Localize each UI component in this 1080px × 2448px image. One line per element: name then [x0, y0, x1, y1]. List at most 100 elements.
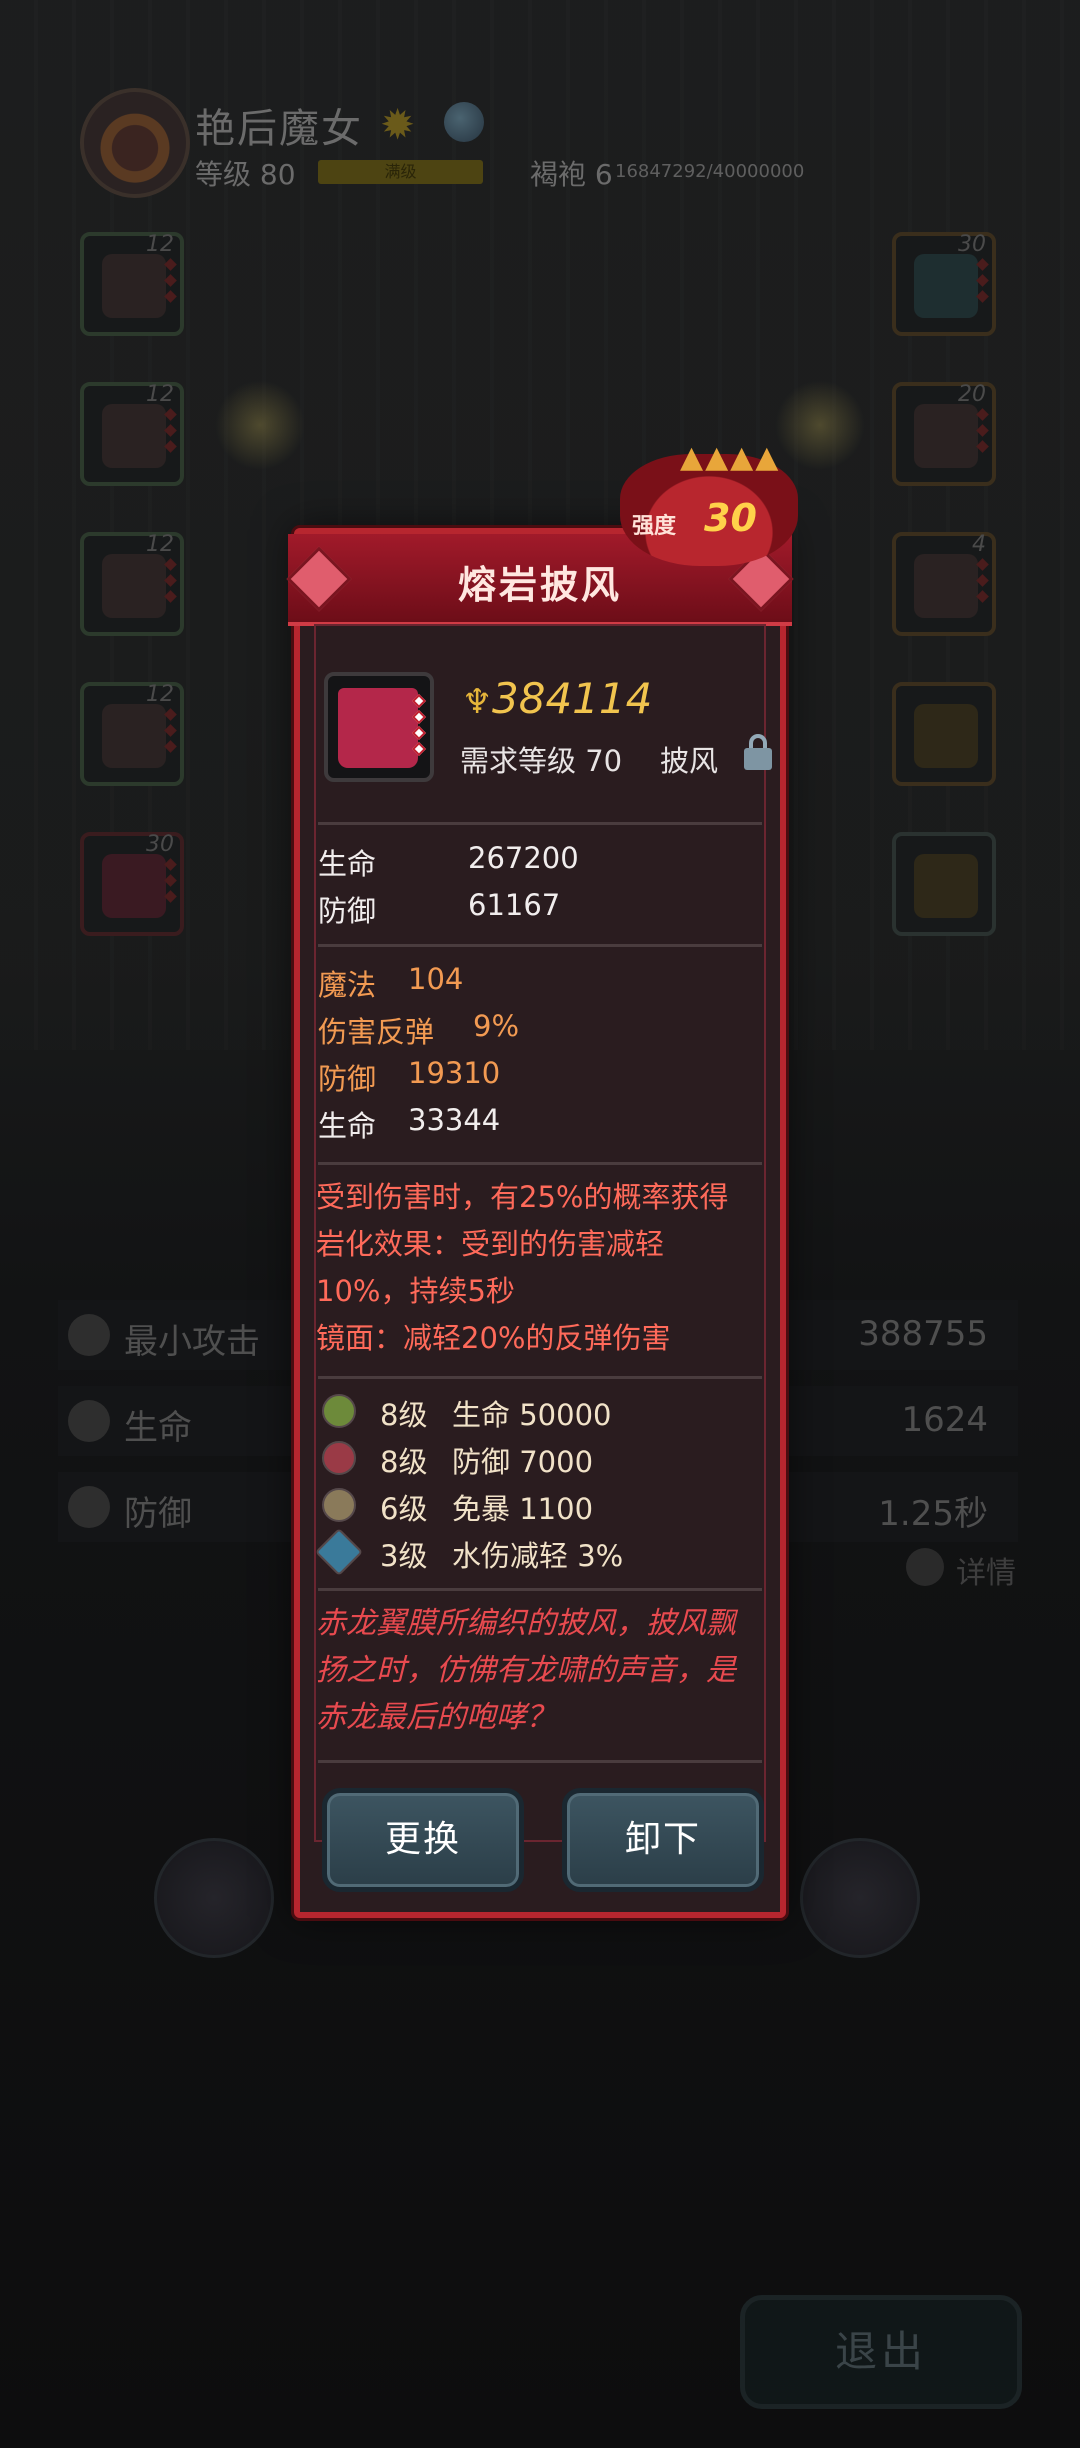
equip-slot-right-3[interactable]: 4 — [892, 532, 996, 636]
stat-value: 1624 — [901, 1400, 988, 1440]
crystal-weapon-icon — [914, 254, 978, 318]
slot-pips — [164, 258, 177, 308]
stat-label: 生命 — [318, 1109, 377, 1143]
hero-level: 等级 80 — [195, 158, 296, 191]
equip-slot-right-1[interactable]: 30 — [892, 232, 996, 336]
unequip-button[interactable]: 卸下 — [562, 1788, 764, 1892]
replace-label: 更换 — [384, 1819, 461, 1860]
sword-icon — [68, 1314, 110, 1356]
stat-value: 267200 — [468, 841, 579, 875]
stat-value: 9% — [473, 1009, 520, 1043]
wall-lamp-left — [215, 380, 305, 470]
stat-value: 1.25秒 — [878, 1494, 988, 1534]
base-stat-row: 防御 61167 — [318, 888, 560, 930]
shield-icon — [68, 1486, 110, 1528]
power-icon: ♆ — [462, 682, 493, 722]
cape-icon — [102, 854, 166, 918]
divider — [318, 1376, 762, 1379]
item-icon — [324, 672, 434, 782]
crown-spikes-icon: ▲▲▲▲ — [680, 440, 781, 475]
hero-avatar[interactable] — [80, 88, 190, 198]
stat-value: 19310 — [408, 1056, 501, 1090]
item-power: 384114 — [492, 674, 653, 723]
equip-slot-right-4[interactable] — [892, 682, 996, 786]
gem-level: 3级 — [380, 1539, 428, 1573]
stat-value: 61167 — [468, 888, 561, 922]
level-bar-text: 满级 — [384, 162, 417, 181]
stat-label: 防御 — [318, 894, 377, 928]
stat-label: 生命 — [124, 1408, 192, 1448]
slot-level: 4 — [972, 532, 986, 557]
stat-value: 33344 — [408, 1103, 501, 1137]
gem-level: 6级 — [380, 1492, 428, 1526]
hero-name: 艳后魔女 — [195, 106, 363, 152]
item-detail-modal: 熔岩披风 ▲▲▲▲ 强度 30 ♆ 384114 需求等级 70 披风 生命 2… — [288, 440, 798, 1918]
armor-icon — [102, 404, 166, 468]
robe-label: 褐袍 6 — [530, 158, 613, 191]
lock-icon[interactable] — [744, 734, 772, 770]
item-effect: 受到伤害时，有25%的概率获得 岩化效果：受到的伤害减轻 10%，持续5秒 镜面… — [316, 1174, 776, 1362]
info-icon[interactable] — [906, 1548, 944, 1586]
skill-orb-4[interactable] — [800, 1838, 920, 1958]
divider — [318, 944, 762, 947]
necklace-icon — [914, 554, 978, 618]
flavor-line: 赤龙最后的咆哮？ — [316, 1700, 556, 1735]
equip-slot-left-4[interactable]: 12 — [80, 682, 184, 786]
upgrade-pips — [411, 693, 427, 760]
extra-stat-row: 防御 19310 — [318, 1056, 500, 1098]
replace-button[interactable]: 更换 — [322, 1788, 524, 1892]
slot-pips — [976, 558, 989, 608]
extra-stat-row: 生命 33344 — [318, 1103, 500, 1145]
effect-line: 镜面：减轻20%的反弹伤害 — [316, 1321, 671, 1355]
divider — [318, 822, 762, 825]
slot-pips — [164, 408, 177, 458]
divider — [318, 1588, 762, 1591]
heart-icon — [68, 1400, 110, 1442]
level-progress-bar: 满级 — [318, 160, 483, 184]
slot-pips — [976, 258, 989, 308]
equip-slot-left-3[interactable]: 12 — [80, 532, 184, 636]
slot-level: 12 — [146, 682, 174, 707]
divider — [318, 1760, 762, 1763]
strength-value: 30 — [704, 496, 757, 540]
extra-stat-row: 伤害反弹 9% — [318, 1009, 519, 1051]
star-icon: ✹ — [380, 100, 416, 149]
unequip-label: 卸下 — [624, 1819, 701, 1860]
strength-label: 强度 — [632, 514, 677, 539]
equip-slot-left-1[interactable]: 12 — [80, 232, 184, 336]
slot-pips — [976, 408, 989, 458]
gem-desc: 免暴 1100 — [452, 1492, 594, 1526]
base-stat-row: 生命 267200 — [318, 841, 579, 883]
skull-gem-icon — [322, 1488, 356, 1522]
slot-level: 12 — [146, 232, 174, 257]
equip-slot-right-2[interactable]: 20 — [892, 382, 996, 486]
stat-label: 生命 — [318, 847, 377, 881]
amulet-icon — [914, 704, 978, 768]
equip-slot-left-5[interactable]: 30 — [80, 832, 184, 936]
strength-badge: ▲▲▲▲ 强度 30 — [620, 440, 798, 566]
divider — [318, 1162, 762, 1165]
stat-label: 伤害反弹 — [318, 1015, 435, 1049]
stat-label: 防御 — [318, 1062, 377, 1096]
slot-level: 30 — [146, 832, 174, 857]
boots-icon — [102, 704, 166, 768]
details-link[interactable]: 详情 — [956, 1548, 1016, 1592]
ring-icon — [914, 404, 978, 468]
exit-label: 退出 — [834, 2327, 927, 2376]
relic-icon — [914, 854, 978, 918]
slot-pips — [164, 858, 177, 908]
flavor-line: 赤龙翼膜所编织的披风，披风飘 — [316, 1606, 736, 1641]
stat-value: 388755 — [858, 1314, 988, 1354]
exit-button[interactable]: 退出 — [740, 2295, 1022, 2409]
equip-slot-left-2[interactable]: 12 — [80, 382, 184, 486]
skill-orb-1[interactable] — [154, 1838, 274, 1958]
stat-label: 最小攻击 — [124, 1322, 260, 1362]
red-gem-icon — [322, 1441, 356, 1475]
item-type: 披风 — [660, 744, 719, 778]
effect-line: 岩化效果：受到的伤害减轻 — [316, 1227, 665, 1261]
item-flavor-text: 赤龙翼膜所编织的披风，披风飘 扬之时，仿佛有龙啸的声音，是 赤龙最后的咆哮？ — [316, 1600, 786, 1741]
flavor-line: 扬之时，仿佛有龙啸的声音，是 — [316, 1653, 736, 1688]
helmet-icon — [102, 254, 166, 318]
equip-slot-right-5[interactable] — [892, 832, 996, 936]
gem-level: 8级 — [380, 1445, 428, 1479]
